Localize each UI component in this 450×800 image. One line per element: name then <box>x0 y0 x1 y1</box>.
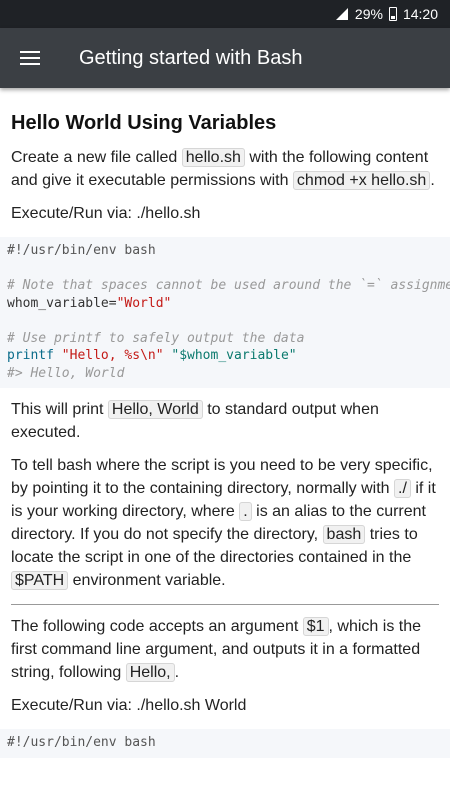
print-paragraph: This will print Hello, World to standard… <box>11 400 379 441</box>
inline-code: hello.sh <box>181 148 245 167</box>
execute-paragraph-2: Execute/Run via: ./hello.sh World <box>11 697 247 714</box>
code-block: #!/usr/bin/env bash # Note that spaces c… <box>0 237 450 388</box>
argument-paragraph: The following code accepts an argument $… <box>11 617 422 682</box>
app-title: Getting started with Bash <box>79 46 303 69</box>
intro-paragraph: Create a new file called hello.sh with t… <box>11 148 435 190</box>
inline-code: Hello, World <box>107 400 203 419</box>
menu-button[interactable] <box>0 28 60 88</box>
divider <box>11 604 439 605</box>
inline-code: chmod +x hello.sh <box>292 171 431 190</box>
inline-code: Hello, <box>125 663 175 682</box>
inline-code: $1 <box>302 617 329 636</box>
article-content[interactable]: Hello World Using Variables Create a new… <box>0 88 450 758</box>
path-paragraph: To tell bash where the script is you nee… <box>11 457 436 590</box>
inline-code: . <box>239 502 252 521</box>
inline-code: $PATH <box>11 571 69 590</box>
code-block-2: #!/usr/bin/env bash <box>0 729 450 758</box>
inline-code: ./ <box>394 479 411 498</box>
signal-icon <box>335 8 348 20</box>
section-title: Hello World Using Variables <box>11 112 277 134</box>
app-bar: Getting started with Bash <box>0 28 450 88</box>
status-bar: 29% 14:20 <box>0 0 450 28</box>
battery-icon <box>388 7 397 21</box>
execute-paragraph: Execute/Run via: ./hello.sh <box>11 205 201 222</box>
clock: 14:20 <box>402 6 438 22</box>
inline-code: bash <box>322 525 366 544</box>
battery-percent: 29% <box>354 6 383 22</box>
hamburger-icon <box>20 51 40 65</box>
